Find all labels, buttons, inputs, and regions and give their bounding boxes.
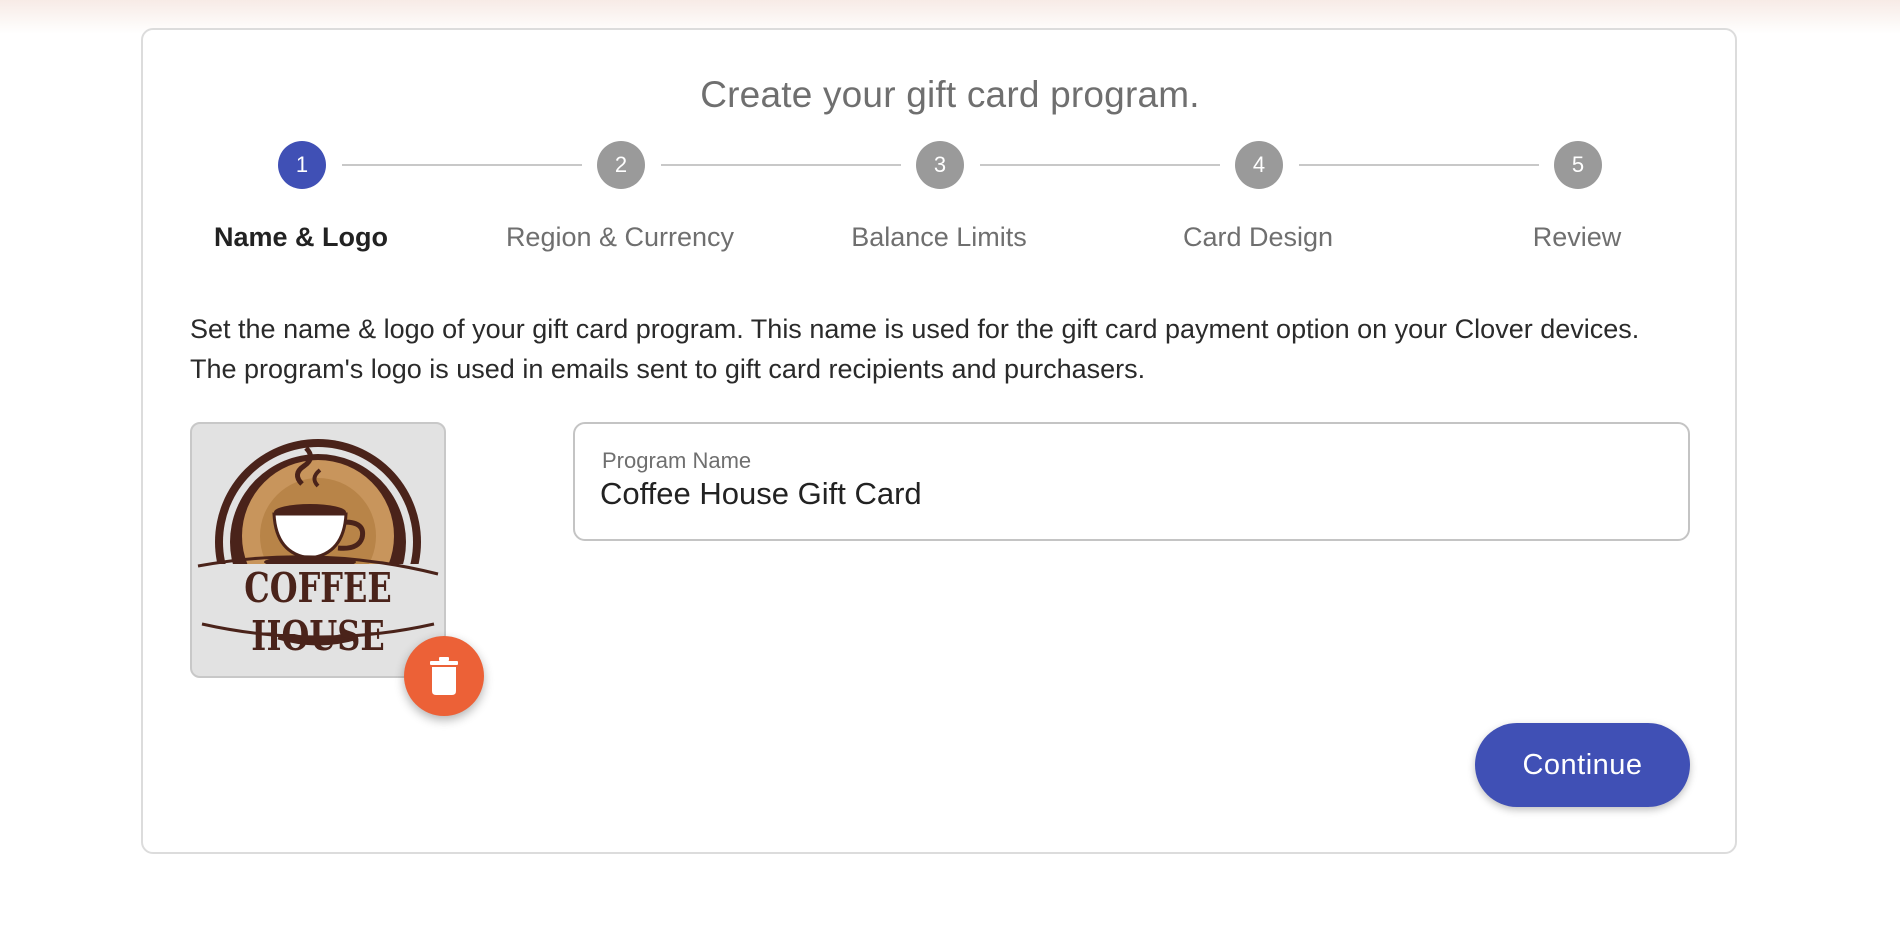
program-name-field: Program Name: [573, 422, 1690, 541]
delete-logo-button[interactable]: [404, 636, 484, 716]
continue-button[interactable]: Continue: [1475, 723, 1690, 807]
step-5-label[interactable]: Review: [1437, 222, 1717, 253]
step-3-label[interactable]: Balance Limits: [799, 222, 1079, 253]
logo-text: COFFEE HOUSE: [244, 564, 392, 660]
step-5-indicator[interactable]: 5: [1554, 141, 1602, 189]
program-name-input[interactable]: [600, 476, 1660, 512]
step-4-indicator[interactable]: 4: [1235, 141, 1283, 189]
step-2-label[interactable]: Region & Currency: [480, 222, 760, 253]
description-text: Set the name & logo of your gift card pr…: [190, 314, 1640, 384]
step-2-indicator[interactable]: 2: [597, 141, 645, 189]
step-1-label[interactable]: Name & Logo: [161, 222, 441, 253]
step-connector: [980, 164, 1220, 166]
program-name-label: Program Name: [602, 448, 752, 473]
program-logo[interactable]: COFFEE HOUSE: [190, 422, 446, 678]
trash-icon: [430, 657, 458, 695]
page-title: Create your gift card program.: [700, 74, 1200, 115]
step-connector: [342, 164, 582, 166]
step-connector: [1299, 164, 1539, 166]
step-4-label[interactable]: Card Design: [1118, 222, 1398, 253]
step-3-indicator[interactable]: 3: [916, 141, 964, 189]
step-1-indicator[interactable]: 1: [278, 141, 326, 189]
step-connector: [661, 164, 901, 166]
